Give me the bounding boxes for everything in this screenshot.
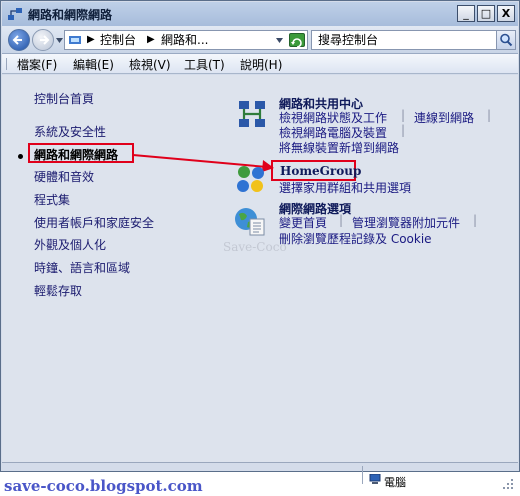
resize-grip-icon[interactable] bbox=[502, 478, 514, 490]
sidebar-item-clock-language[interactable]: 時鐘、語言和區域 bbox=[34, 259, 130, 276]
search-placeholder: 搜尋控制台 bbox=[318, 33, 379, 47]
link-separator: | bbox=[339, 213, 344, 227]
sidebar-item-network[interactable]: 網路和網際網路 bbox=[34, 146, 118, 163]
chevron-down-icon[interactable] bbox=[56, 38, 63, 43]
window-frame: 網路和網際網路 _ □ X ▶ 控制台 ▶ 網路和... 搜尋控制台 檔案(F)… bbox=[0, 0, 520, 472]
forward-button[interactable] bbox=[32, 29, 54, 51]
breadcrumb[interactable]: ▶ 控制台 ▶ 網路和... bbox=[64, 30, 308, 50]
current-page-bullet bbox=[18, 154, 23, 159]
link-add-wireless-device[interactable]: 將無線裝置新增到網路 bbox=[279, 139, 399, 156]
arrow-left-icon bbox=[12, 35, 22, 45]
search-icon bbox=[500, 33, 513, 47]
breadcrumb-sep-icon: ▶ bbox=[87, 34, 95, 45]
link-separator: | bbox=[401, 108, 406, 122]
arrow-right-icon bbox=[40, 35, 50, 45]
refresh-icon bbox=[291, 38, 302, 48]
menu-help[interactable]: 說明(H) bbox=[240, 56, 282, 73]
control-panel-icon bbox=[69, 36, 81, 44]
link-separator: | bbox=[401, 123, 406, 137]
breadcrumb-control-panel[interactable]: 控制台 bbox=[100, 31, 136, 49]
address-row: ▶ 控制台 ▶ 網路和... 搜尋控制台 bbox=[2, 26, 518, 54]
sidebar-item-ease-of-access[interactable]: 輕鬆存取 bbox=[34, 282, 82, 299]
menu-file[interactable]: 檔案(F) bbox=[17, 56, 57, 73]
menu-tools[interactable]: 工具(T) bbox=[184, 56, 225, 73]
sidebar-control-panel-home[interactable]: 控制台首頁 bbox=[34, 90, 94, 107]
computer-icon bbox=[369, 474, 381, 484]
link-connect-to-network[interactable]: 連線到網路 bbox=[414, 109, 474, 126]
network-sharing-center-icon bbox=[239, 101, 265, 127]
breadcrumb-network[interactable]: 網路和... bbox=[161, 31, 208, 49]
homegroup-icon bbox=[237, 166, 264, 192]
network-icon bbox=[8, 8, 22, 20]
link-change-homepage[interactable]: 變更首頁 bbox=[279, 214, 327, 231]
status-computer-label: 電腦 bbox=[384, 476, 406, 489]
sidebar-item-system-security[interactable]: 系統及安全性 bbox=[34, 123, 106, 140]
menu-separator bbox=[6, 58, 7, 70]
close-button[interactable]: X bbox=[497, 5, 515, 22]
menu-bar: 檔案(F) 編輯(E) 檢視(V) 工具(T) 說明(H) bbox=[2, 54, 518, 74]
search-button[interactable] bbox=[496, 31, 515, 49]
status-divider bbox=[2, 462, 518, 463]
internet-options-icon bbox=[235, 208, 265, 236]
menu-edit[interactable]: 編輯(E) bbox=[73, 56, 114, 73]
link-manage-addons[interactable]: 管理瀏覽器附加元件 bbox=[352, 214, 460, 231]
category-title-homegroup[interactable]: HomeGroup bbox=[280, 164, 361, 178]
footer-site-caption: save-coco.blogspot.com bbox=[4, 477, 203, 495]
minimize-button[interactable]: _ bbox=[457, 5, 475, 22]
link-homegroup-options[interactable]: 選擇家用群組和共用選項 bbox=[279, 179, 411, 196]
maximize-button[interactable]: □ bbox=[477, 5, 495, 22]
watermark: Save-Coco bbox=[223, 240, 287, 254]
menu-view[interactable]: 檢視(V) bbox=[129, 56, 171, 73]
title-bar[interactable]: 網路和網際網路 _ □ X bbox=[2, 2, 518, 26]
breadcrumb-sep-icon: ▶ bbox=[147, 34, 155, 45]
back-button[interactable] bbox=[8, 29, 30, 51]
window-title: 網路和網際網路 bbox=[28, 8, 113, 22]
refresh-button[interactable] bbox=[289, 33, 305, 48]
chevron-down-icon[interactable] bbox=[276, 38, 283, 43]
sidebar-item-appearance[interactable]: 外觀及個人化 bbox=[34, 236, 106, 253]
sidebar-item-hardware-sound[interactable]: 硬體和音效 bbox=[34, 168, 94, 185]
link-separator: | bbox=[487, 108, 492, 122]
status-separator bbox=[362, 466, 363, 484]
sidebar-item-user-accounts[interactable]: 使用者帳戶和家庭安全 bbox=[34, 214, 154, 231]
sidebar-item-programs[interactable]: 程式集 bbox=[34, 191, 70, 208]
link-separator: | bbox=[473, 213, 478, 227]
search-input[interactable]: 搜尋控制台 bbox=[311, 30, 516, 50]
link-delete-history[interactable]: 刪除瀏覽歷程記錄及 Cookie bbox=[279, 230, 432, 247]
